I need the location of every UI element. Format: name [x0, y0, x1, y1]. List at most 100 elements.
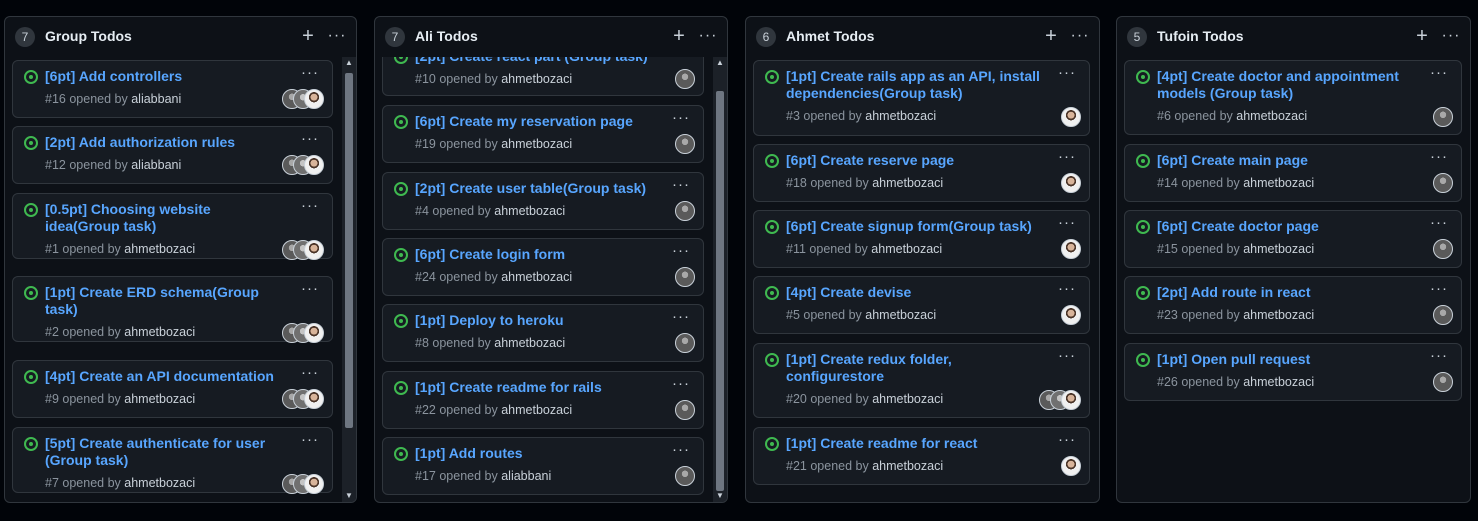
issue-author-link[interactable]: ahmetbozaci	[872, 459, 943, 473]
issue-title-link[interactable]: [6pt] Create main page	[1157, 152, 1415, 169]
issue-card[interactable]: [6pt] Create login form ··· #24 opened by …	[382, 238, 704, 296]
issue-card[interactable]: [6pt] Create reserve page ··· #18 opened b…	[753, 144, 1090, 202]
avatar[interactable]	[304, 389, 324, 409]
issue-title-link[interactable]: [0.5pt] Choosing website idea(Group task…	[45, 201, 286, 235]
issue-author-link[interactable]: ahmetbozaci	[501, 403, 572, 417]
avatar[interactable]	[304, 89, 324, 109]
issue-title-link[interactable]: [1pt] Create rails app as an API, instal…	[786, 68, 1043, 102]
avatar[interactable]	[1061, 305, 1081, 325]
column-scrollbar[interactable]: ▲ ▼	[342, 57, 356, 502]
avatar[interactable]	[675, 69, 695, 89]
avatar[interactable]	[1433, 107, 1453, 127]
issue-author-link[interactable]: ahmetbozaci	[501, 270, 572, 284]
plus-icon[interactable]: +	[1041, 25, 1061, 47]
issue-author-link[interactable]: ahmetbozaci	[1243, 308, 1314, 322]
kebab-horizontal-icon[interactable]: ···	[1055, 432, 1079, 449]
kebab-horizontal-icon[interactable]: ···	[669, 110, 693, 127]
issue-author-link[interactable]: ahmetbozaci	[872, 176, 943, 190]
scroll-up-arrow-icon[interactable]: ▲	[713, 57, 727, 69]
issue-card[interactable]: [1pt] Create rails app as an API, instal…	[753, 60, 1090, 136]
issue-card[interactable]: [1pt] Create ERD schema(Group task) ··· #2…	[12, 276, 333, 343]
plus-icon[interactable]: +	[669, 25, 689, 47]
issue-title-link[interactable]: [6pt] Create my reservation page	[415, 113, 657, 130]
issue-author-link[interactable]: ahmetbozaci	[494, 336, 565, 350]
issue-title-link[interactable]: [2pt] Add route in react	[1157, 284, 1415, 301]
issue-card[interactable]: [2pt] Create user table(Group task) ··· #4…	[382, 172, 704, 230]
issue-title-link[interactable]: [1pt] Add routes	[415, 445, 657, 462]
issue-card[interactable]: [2pt] Add route in react ··· #23 opened by…	[1124, 276, 1462, 334]
avatar[interactable]	[675, 134, 695, 154]
issue-author-link[interactable]: ahmetbozaci	[494, 204, 565, 218]
issue-author-link[interactable]: ahmetbozaci	[124, 476, 195, 490]
issue-card[interactable]: [6pt] Create main page ··· #14 opened by a…	[1124, 144, 1462, 202]
issue-card[interactable]: [0.5pt] Choosing website idea(Group task…	[12, 193, 333, 260]
issue-title-link[interactable]: [2pt] Add authorization rules	[45, 134, 286, 151]
issue-author-link[interactable]: aliabbani	[501, 469, 551, 483]
plus-icon[interactable]: +	[1412, 25, 1432, 47]
scroll-up-arrow-icon[interactable]: ▲	[342, 57, 356, 69]
issue-author-link[interactable]: aliabbani	[131, 158, 181, 172]
avatar[interactable]	[1061, 390, 1081, 410]
kebab-horizontal-icon[interactable]: ···	[1427, 348, 1451, 365]
avatar[interactable]	[1433, 173, 1453, 193]
kebab-horizontal-icon[interactable]: ···	[1055, 65, 1079, 82]
issue-title-link[interactable]: [5pt] Create authenticate for user (Grou…	[45, 435, 286, 469]
avatar[interactable]	[675, 466, 695, 486]
avatar[interactable]	[675, 267, 695, 287]
issue-title-link[interactable]: [4pt] Create devise	[786, 284, 1043, 301]
kebab-horizontal-icon[interactable]: ···	[696, 25, 720, 47]
scroll-thumb[interactable]	[345, 73, 353, 428]
issue-card[interactable]: [1pt] Open pull request ··· #26 opened by …	[1124, 343, 1462, 401]
kebab-horizontal-icon[interactable]: ···	[1068, 25, 1092, 47]
issue-author-link[interactable]: ahmetbozaci	[871, 242, 942, 256]
issue-author-link[interactable]: ahmetbozaci	[872, 392, 943, 406]
kebab-horizontal-icon[interactable]: ···	[669, 177, 693, 194]
issue-title-link[interactable]: [4pt] Create an API documentation	[45, 368, 286, 385]
avatar[interactable]	[304, 155, 324, 175]
issue-title-link[interactable]: [6pt] Add controllers	[45, 68, 286, 85]
kebab-horizontal-icon[interactable]: ···	[298, 281, 322, 298]
kebab-horizontal-icon[interactable]: ···	[669, 243, 693, 260]
avatar[interactable]	[675, 201, 695, 221]
issue-card[interactable]: [6pt] Create signup form(Group task) ··· #…	[753, 210, 1090, 268]
issue-author-link[interactable]: ahmetbozaci	[1243, 242, 1314, 256]
avatar[interactable]	[304, 474, 324, 494]
issue-author-link[interactable]: aliabbani	[131, 92, 181, 106]
issue-card[interactable]: [4pt] Create doctor and appointment mode…	[1124, 60, 1462, 135]
issue-title-link[interactable]: [1pt] Open pull request	[1157, 351, 1415, 368]
kebab-horizontal-icon[interactable]: ···	[1055, 348, 1079, 365]
issue-card[interactable]: [1pt] Add routes ··· #17 opened by aliabba…	[382, 437, 704, 495]
issue-card[interactable]: [2pt] Create react part (Group task) ··· #…	[382, 57, 704, 96]
kebab-horizontal-icon[interactable]: ···	[669, 309, 693, 326]
issue-title-link[interactable]: [1pt] Create redux folder, configurestor…	[786, 351, 1043, 385]
issue-title-link[interactable]: [1pt] Create readme for react	[786, 435, 1043, 452]
kebab-horizontal-icon[interactable]: ···	[669, 442, 693, 459]
avatar[interactable]	[1433, 239, 1453, 259]
column-scrollbar[interactable]: ▲ ▼	[713, 57, 727, 502]
kebab-horizontal-icon[interactable]: ···	[298, 131, 322, 148]
issue-card[interactable]: [4pt] Create devise ··· #5 opened by ahmet…	[753, 276, 1090, 334]
avatar[interactable]	[1433, 372, 1453, 392]
scroll-thumb[interactable]	[716, 91, 724, 491]
issue-card[interactable]: [6pt] Create doctor page ··· #15 opened by…	[1124, 210, 1462, 268]
kebab-horizontal-icon[interactable]: ···	[1427, 149, 1451, 166]
issue-title-link[interactable]: [4pt] Create doctor and appointment mode…	[1157, 68, 1415, 102]
issue-author-link[interactable]: ahmetbozaci	[1243, 176, 1314, 190]
issue-title-link[interactable]: [6pt] Create login form	[415, 246, 657, 263]
kebab-horizontal-icon[interactable]: ···	[1055, 281, 1079, 298]
kebab-horizontal-icon[interactable]: ···	[325, 25, 349, 47]
issue-title-link[interactable]: [1pt] Deploy to heroku	[415, 312, 657, 329]
avatar[interactable]	[1061, 173, 1081, 193]
avatar[interactable]	[675, 400, 695, 420]
issue-author-link[interactable]: ahmetbozaci	[501, 72, 572, 86]
issue-title-link[interactable]: [2pt] Create react part (Group task)	[415, 57, 657, 65]
kebab-horizontal-icon[interactable]: ···	[298, 365, 322, 382]
issue-author-link[interactable]: ahmetbozaci	[1236, 109, 1307, 123]
issue-title-link[interactable]: [6pt] Create reserve page	[786, 152, 1043, 169]
avatar[interactable]	[1061, 107, 1081, 127]
kebab-horizontal-icon[interactable]: ···	[669, 376, 693, 393]
issue-card[interactable]: [5pt] Create authenticate for user (Grou…	[12, 427, 333, 494]
issue-card[interactable]: [1pt] Create readme for rails ··· #22 open…	[382, 371, 704, 429]
scroll-down-arrow-icon[interactable]: ▼	[713, 490, 727, 502]
kebab-horizontal-icon[interactable]: ···	[1427, 65, 1451, 82]
